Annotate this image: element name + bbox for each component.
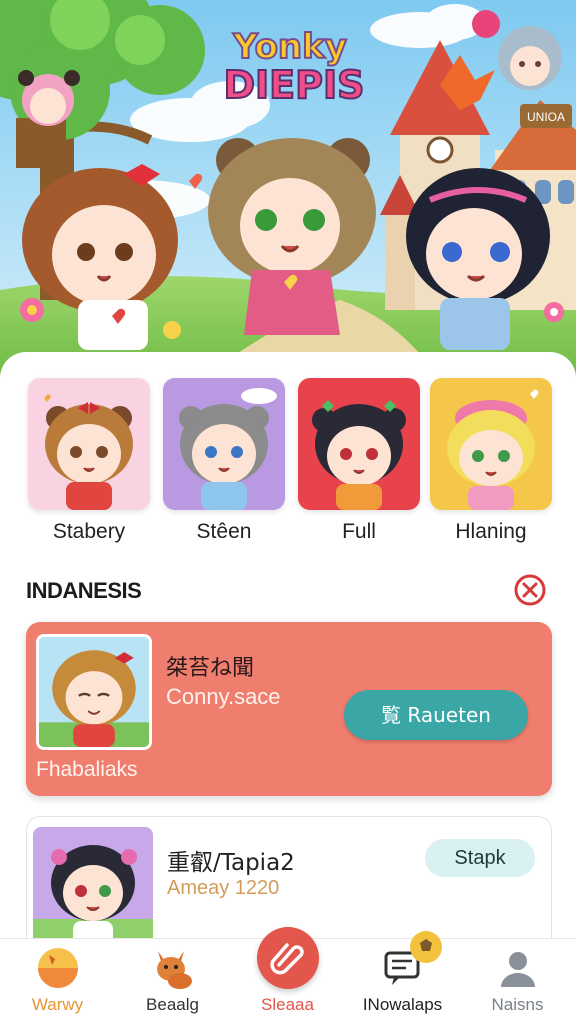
nav-label: Beaalg (146, 995, 199, 1014)
fox-icon (150, 945, 196, 991)
grey-girl-figure (498, 26, 562, 90)
item-title: 重叡/Tapia2 (167, 850, 295, 876)
featured-subtitle: Conny.sace (166, 684, 281, 709)
nav-item-beaalg[interactable]: Beaalg (115, 939, 230, 1024)
nav-label: INowalaps (362, 995, 443, 1014)
nav-item-naisns[interactable]: Naisns (460, 939, 575, 1024)
close-circle-icon[interactable] (512, 572, 548, 608)
featured-card[interactable]: 桀苔ね聞 Conny.sace Fhabaliaks 覧 Raueten (26, 622, 552, 796)
character-portrait (163, 378, 285, 510)
section-title: INDANESIS (26, 578, 142, 603)
character-portrait (28, 378, 150, 510)
character-name-3: Full (342, 520, 376, 543)
hero-illustration: Yonky DIEPIS UNIOA (0, 0, 576, 380)
featured-title: 桀苔ね聞 (166, 656, 255, 681)
item-action-pill[interactable]: Stapk (425, 839, 535, 877)
logo-line1: Yonky (232, 27, 347, 67)
item-thumbnail (33, 827, 153, 947)
nav-label: Warwy (31, 995, 84, 1014)
character-card-4[interactable] (430, 378, 552, 510)
profile-icon (495, 945, 541, 991)
nav-label: Naisns (491, 995, 544, 1014)
paperclip-icon[interactable] (257, 927, 319, 989)
notification-badge-icon (410, 931, 442, 963)
character-card-2[interactable] (163, 378, 285, 510)
nav-item-inowalaps[interactable]: INowalaps (345, 939, 460, 1024)
featured-action-button[interactable]: 覧 Raueten (344, 690, 528, 740)
content-sheet: Stabery Stêen Full Hlaning INDANESIS 桀苔ね… (0, 352, 576, 1024)
featured-footer-label: Fhabaliaks (36, 758, 138, 781)
nav-item-warwy[interactable]: Warwy (0, 939, 115, 1024)
logo-line2: DIEPIS (224, 63, 365, 107)
nav-label: Sleaaa (261, 995, 314, 1014)
character-name-4: Hlaning (455, 520, 527, 543)
featured-thumbnail (36, 634, 152, 750)
hero-sign-text: UNIOA (527, 110, 565, 124)
item-subtitle: Ameay 1220 (167, 877, 280, 899)
sunset-orb-icon (35, 945, 81, 991)
character-name-1: Stabery (52, 520, 126, 543)
character-name-2: Stêen (196, 520, 252, 543)
bottom-nav: Warwy Beaalg Sleaaa INowalaps Naisns (0, 927, 576, 1024)
character-portrait (430, 378, 552, 510)
character-carousel: Stabery Stêen Full Hlaning (28, 378, 552, 543)
character-card-1[interactable] (28, 378, 150, 510)
hero-banner: Yonky DIEPIS UNIOA (0, 0, 576, 380)
character-card-3[interactable] (298, 378, 420, 510)
character-portrait (298, 378, 420, 510)
